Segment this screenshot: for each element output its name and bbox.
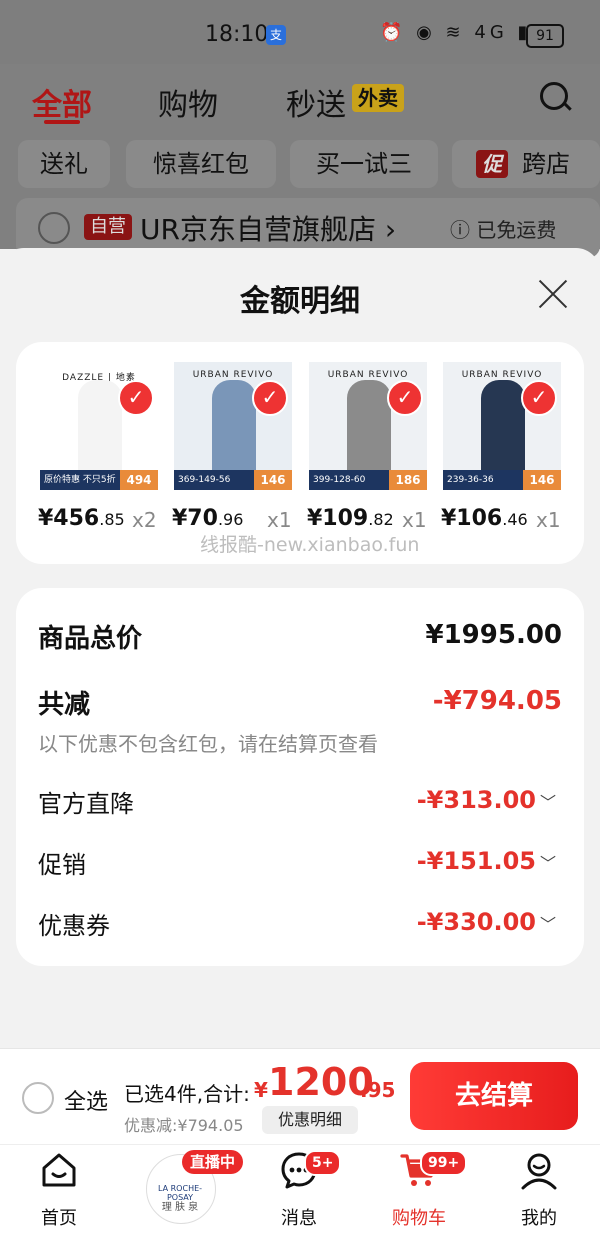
product-tile[interactable]: URBAN REVIVO 239-36-36 146 ✓: [443, 362, 561, 490]
alipay-icon: 支: [266, 25, 286, 45]
price-int: ¥109: [307, 506, 369, 531]
battery-indicator: 91: [526, 24, 564, 48]
product-quantity: x1: [402, 508, 427, 532]
close-button[interactable]: [537, 278, 569, 310]
checkmark-icon[interactable]: ✓: [252, 380, 288, 416]
status-icons: ⏰ ◉ ≋ 4G ▮: [380, 22, 532, 43]
row-label-coupon: 优惠券: [38, 912, 110, 940]
product-figure: [212, 380, 256, 476]
promo-tag: 促: [476, 150, 508, 178]
search-icon[interactable]: [540, 82, 568, 110]
product-price: ¥70.96: [172, 506, 243, 531]
price-dec: .96: [217, 510, 244, 529]
total-reduce-label: 共减: [38, 690, 91, 720]
product-tile[interactable]: URBAN REVIVO 369-149-56 146 ✓: [174, 362, 292, 490]
row-promotion[interactable]: -¥151.05 ﹀: [417, 847, 556, 875]
product-price-tag: 494: [120, 470, 158, 490]
tab-shopping[interactable]: 购物: [158, 80, 218, 124]
chip-gift[interactable]: 送礼: [18, 140, 110, 188]
total-amount: 1200: [268, 1060, 374, 1104]
self-operated-tag: 自营: [84, 214, 132, 240]
product-price-tag: 146: [523, 470, 561, 490]
store-name-link[interactable]: UR京东自营旗舰店 ›: [140, 208, 396, 248]
profile-icon: [521, 1153, 557, 1190]
price-int: ¥456: [38, 506, 100, 531]
price-dec: .82: [368, 510, 394, 529]
product-brand: URBAN REVIVO: [327, 370, 409, 380]
price-dec: .85: [99, 510, 125, 529]
product-figure: [78, 380, 122, 476]
total-currency: ¥: [254, 1078, 268, 1102]
discount-amount: 优惠减:¥794.05: [124, 1116, 244, 1135]
select-all-radio[interactable]: [22, 1082, 54, 1114]
product-brand: URBAN REVIVO: [461, 370, 543, 380]
waimai-tag: 外卖: [352, 84, 404, 112]
home-icon: [42, 1153, 76, 1187]
checkmark-icon[interactable]: ✓: [521, 380, 557, 416]
row-label-official-cut: 官方直降: [38, 790, 134, 818]
product-price-tag: 146: [254, 470, 292, 490]
total-price-value: ¥1995.00: [425, 620, 562, 650]
checkout-button[interactable]: 去结算: [410, 1062, 578, 1130]
product-figure: [481, 380, 525, 476]
product-tile[interactable]: DAZZLE | 地素 原价特惠 不只5折 494 ✓: [40, 362, 158, 490]
chevron-down-icon: ﹀: [539, 793, 556, 812]
price-int: ¥106: [441, 506, 503, 531]
row-value: -¥313.00: [416, 786, 536, 814]
product-price: ¥109.82: [307, 506, 394, 531]
tab-underline: [44, 120, 80, 124]
nav-profile[interactable]: 我的: [494, 1150, 584, 1230]
row-value: -¥330.00: [416, 908, 536, 936]
checkmark-icon[interactable]: ✓: [118, 380, 154, 416]
chip-red-packet[interactable]: 惊喜红包: [126, 140, 276, 188]
sheet-title: 金额明细: [240, 284, 360, 319]
product-brand: URBAN REVIVO: [192, 370, 274, 380]
tab-delivery[interactable]: 秒送: [286, 80, 346, 124]
status-time: 18:10: [205, 22, 269, 47]
product-figure: [347, 380, 391, 476]
watermark: 线报酷-new.xianbao.fun: [200, 534, 420, 556]
nav-label: 我的: [521, 1208, 557, 1229]
selected-summary: 已选4件,合计:: [124, 1082, 250, 1106]
product-quantity: x1: [267, 508, 292, 532]
store-select-radio[interactable]: [38, 212, 70, 244]
nav-label: 消息: [281, 1208, 317, 1229]
chevron-down-icon: ﹀: [539, 854, 556, 873]
live-badge: 直播中: [182, 1150, 244, 1174]
live-brand-name: 理 肤 泉: [161, 1202, 199, 1213]
total-reduce-value: -¥794.05: [432, 686, 562, 716]
product-price: ¥456.85: [38, 506, 125, 531]
select-all-label[interactable]: 全选: [64, 1084, 108, 1116]
product-quantity: x2: [132, 508, 157, 532]
price-dec: .46: [502, 510, 528, 529]
nav-label: 购物车: [392, 1208, 446, 1229]
row-value: -¥151.05: [416, 847, 536, 875]
product-price: ¥106.46: [441, 506, 528, 531]
product-price-tag: 186: [389, 470, 427, 490]
nav-label: 首页: [41, 1208, 77, 1229]
total-amount-decimal: .95: [360, 1078, 396, 1102]
row-coupon[interactable]: -¥330.00 ﹀: [417, 908, 556, 936]
checkmark-icon[interactable]: ✓: [387, 380, 423, 416]
cart-badge: 99+: [420, 1150, 468, 1176]
row-official-cut[interactable]: -¥313.00 ﹀: [417, 786, 556, 814]
price-int: ¥70: [172, 506, 218, 531]
chip-cross-store[interactable]: 跨店: [452, 140, 600, 188]
nav-home[interactable]: 首页: [14, 1150, 104, 1230]
discount-note: 以下优惠不包含红包，请在结算页查看: [38, 732, 378, 756]
discount-detail-button[interactable]: 优惠明细: [262, 1106, 358, 1134]
messages-badge: 5+: [304, 1150, 342, 1176]
chip-try-three[interactable]: 买一试三: [290, 140, 438, 188]
product-quantity: x1: [536, 508, 561, 532]
row-label-promotion: 促销: [38, 851, 86, 879]
chevron-down-icon: ﹀: [539, 915, 556, 934]
product-tile[interactable]: URBAN REVIVO 399-128-60 186 ✓: [309, 362, 427, 490]
total-price-label: 商品总价: [38, 624, 143, 654]
free-shipping-label: ⓘ 已免运费: [450, 218, 557, 242]
tab-all[interactable]: 全部: [32, 80, 92, 124]
